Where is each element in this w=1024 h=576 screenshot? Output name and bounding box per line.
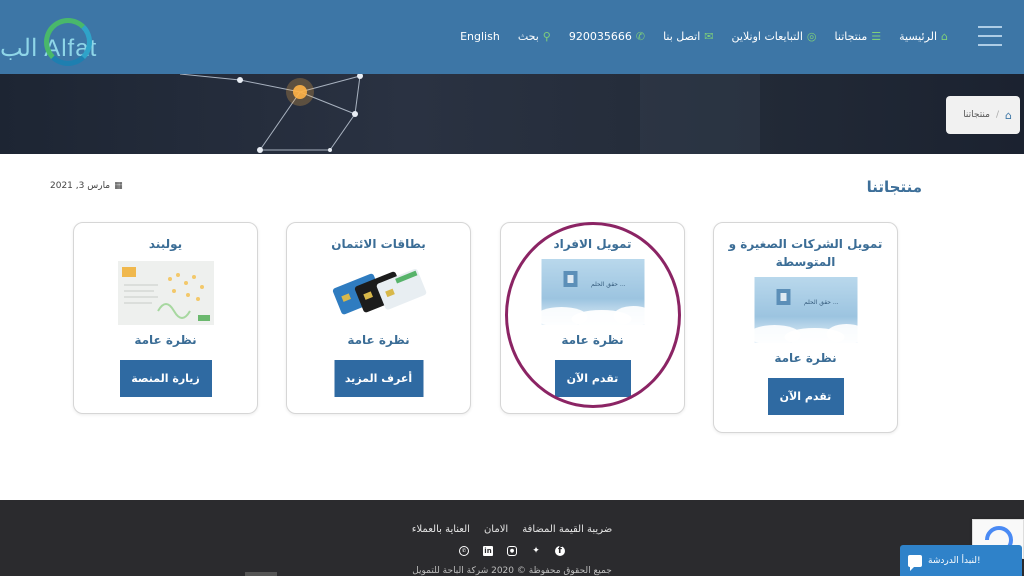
card-subtitle: نظرة عامة	[774, 351, 837, 365]
nav-products-label: منتجاتنا	[834, 30, 868, 43]
scroll-indicator	[245, 572, 277, 576]
nav-contact[interactable]: ✉ اتصل بنا	[663, 30, 713, 43]
product-card-sme: تمويل الشركات الصغيرة و المتوسطة حقق الح…	[713, 222, 898, 433]
breadcrumb-separator: /	[995, 110, 1000, 120]
card-subtitle: نظرة عامة	[347, 333, 410, 347]
apply-now-button[interactable]: تقدم الآن	[767, 378, 844, 415]
breadcrumb-current: منتجاتنا	[963, 110, 990, 120]
nav-home[interactable]: ⌂ الرئيسية	[899, 30, 948, 43]
footer-link-vat[interactable]: ضريبة القيمة المضافة	[522, 524, 612, 535]
globe-icon: ◎	[806, 30, 817, 43]
card-title: تمويل الافراد	[553, 237, 632, 251]
card-title: يولبند	[148, 237, 183, 251]
facebook-icon[interactable]: f	[555, 546, 565, 556]
footer-link-security[interactable]: الامان	[484, 524, 508, 535]
chat-widget[interactable]: لنبدأ الدردشة!	[900, 545, 1022, 576]
credit-cards-image	[331, 263, 427, 325]
chat-label: لنبدأ الدردشة!	[928, 555, 981, 566]
copyright-text: جميع الحقوق محفوظة © 2020 شركة الباحة لل…	[412, 566, 612, 576]
footer-links: ضريبة القيمة المضافة الامان العناية بالع…	[0, 524, 1024, 535]
phone-icon: ✆	[635, 30, 646, 43]
nav-search[interactable]: ⚲ بحث	[518, 30, 551, 43]
card-image-caption: حقق الحلم ...	[591, 281, 626, 288]
platform-image	[117, 261, 214, 325]
card-subtitle: نظرة عامة	[561, 333, 624, 347]
main-nav: ⌂ الرئيسية ☰ منتجاتنا ◎ التبايعات اونلاي…	[460, 30, 948, 43]
logo[interactable]: الب Alfat	[0, 16, 96, 72]
home-icon: ⌂	[941, 30, 948, 43]
calendar-icon: ▦	[114, 181, 123, 191]
visit-platform-button[interactable]: زيارة المنصة	[119, 360, 212, 397]
breadcrumb: ⌂ / منتجاتنا	[946, 96, 1020, 134]
card-title: بطاقات الائتمان	[331, 237, 426, 251]
search-icon: ⚲	[542, 30, 551, 43]
chat-bubble-icon	[908, 554, 922, 571]
nav-search-label: بحث	[517, 30, 539, 43]
list-icon: ☰	[871, 30, 882, 43]
nav-contact-label: اتصل بنا	[663, 30, 701, 43]
home-icon[interactable]: ⌂	[1005, 109, 1012, 122]
learn-more-button[interactable]: أعرف المزيد	[334, 360, 423, 397]
envelope-icon: ✉	[704, 30, 714, 43]
twitter-icon[interactable]: ✦	[531, 546, 541, 556]
nav-products[interactable]: ☰ منتجاتنا	[835, 30, 882, 43]
product-card-yolind: يولبند نظرة عامة زيارة المنصة	[73, 222, 258, 414]
nav-phone-label: 920035666	[568, 30, 632, 43]
nav-home-label: الرئيسية	[899, 30, 938, 43]
site-footer: ضريبة القيمة المضافة الامان العناية بالع…	[0, 500, 1024, 576]
linkedin-icon[interactable]: in	[483, 546, 493, 556]
footer-link-customer-care[interactable]: العناية بالعملاء	[412, 524, 470, 535]
date-text: مارس 3, 2021	[50, 181, 111, 191]
nav-language-label: English	[460, 30, 500, 43]
card-title: تمويل الشركات الصغيرة و المتوسطة	[728, 237, 883, 269]
menu-icon[interactable]	[978, 26, 1002, 46]
page-title: منتجاتنا	[866, 178, 922, 196]
product-card-credit-cards: بطاقات الائتمان نظرة عامة أعرف المزيد	[286, 222, 471, 414]
network-graphic	[179, 74, 760, 154]
nav-online[interactable]: ◎ التبايعات اونلاين	[732, 30, 817, 43]
nav-phone[interactable]: ✆ 920035666	[569, 30, 645, 43]
instagram-icon[interactable]: ●	[507, 546, 517, 556]
social-links: f ✦ ● in ✆	[0, 546, 1024, 556]
nav-online-label: التبايعات اونلاين	[731, 30, 803, 43]
card-image: حقق الحلم ...	[754, 277, 857, 343]
logo-ring-icon	[44, 18, 92, 66]
card-image: حقق الحلم ...	[541, 259, 644, 325]
whatsapp-icon[interactable]: ✆	[459, 546, 469, 556]
card-image-caption: حقق الحلم ...	[804, 299, 839, 306]
post-date: ▦ مارس 3, 2021	[50, 181, 123, 191]
nav-language[interactable]: English	[460, 30, 500, 43]
card-subtitle: نظرة عامة	[134, 333, 197, 347]
site-header: الب Alfat ⌂ الرئيسية ☰ منتجاتنا ◎ التباي…	[0, 0, 1024, 74]
hero-banner: ⌂ / منتجاتنا	[0, 74, 1024, 154]
apply-now-button[interactable]: تقدم الآن	[554, 360, 631, 397]
product-card-personal: تمويل الافراد حقق الحلم ... نظرة عامة تق…	[500, 222, 685, 414]
